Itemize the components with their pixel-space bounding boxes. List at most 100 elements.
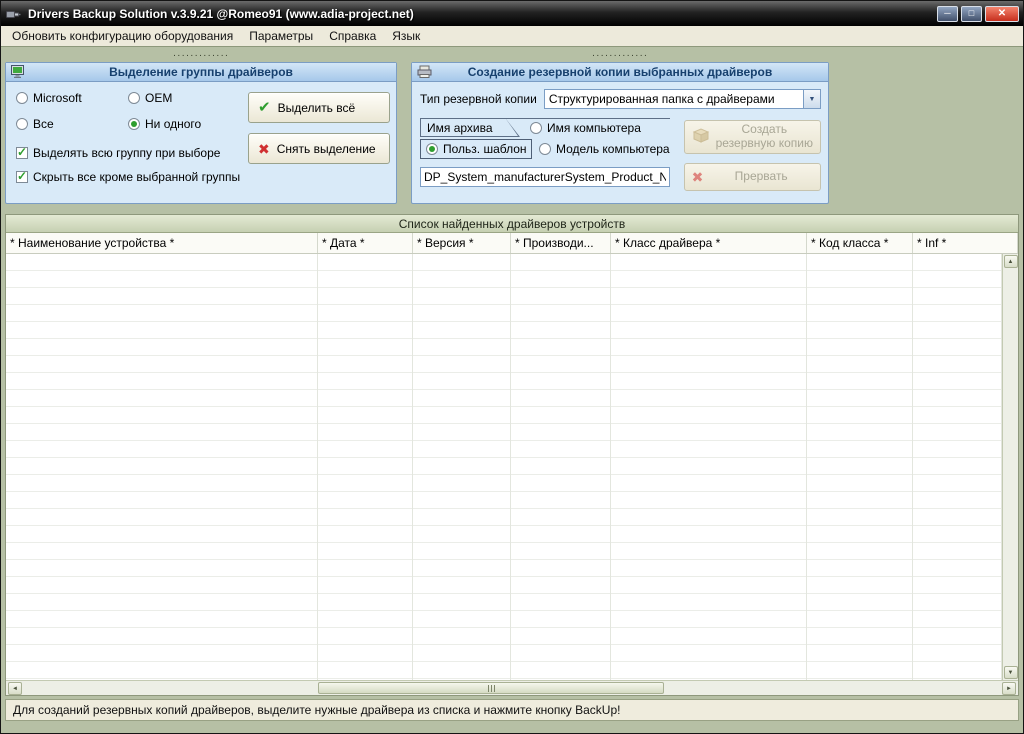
menu-item-parameters[interactable]: Параметры — [241, 26, 321, 46]
grid-column — [611, 254, 807, 680]
device-icon — [417, 65, 433, 82]
radio-label: Ни одного — [145, 117, 202, 131]
dropdown-button[interactable]: ▼ — [803, 90, 820, 108]
selection-group-title: Выделение группы драйверов — [109, 65, 293, 79]
grid-column — [413, 254, 511, 680]
radio-circle — [128, 118, 140, 130]
checkbox-hide-others[interactable]: Скрыть все кроме выбранной группы — [16, 169, 248, 184]
selection-group-panel: ············· Выделение группы драйверов — [5, 50, 397, 204]
driver-list[interactable] — [6, 254, 1002, 680]
create-backup-button[interactable]: Создать резервную копию — [683, 120, 821, 154]
template-input[interactable] — [420, 167, 670, 187]
selection-group-header: Выделение группы драйверов — [6, 63, 396, 82]
radio-none[interactable]: Ни одного — [128, 117, 248, 131]
grid-column — [807, 254, 913, 680]
checkbox-label: Скрыть все кроме выбранной группы — [33, 170, 241, 184]
select-all-button[interactable]: ✔ Выделить всё — [248, 92, 390, 123]
radio-circle — [539, 143, 551, 155]
radio-label: Все — [33, 117, 54, 131]
status-text: Для созданий резервных копий драйверов, … — [13, 703, 621, 717]
radio-label: OEM — [145, 91, 173, 105]
radio-circle — [128, 92, 140, 104]
grid-column — [6, 254, 318, 680]
backup-type-combobox[interactable]: Структурированная папка с драйверами ▼ — [543, 89, 821, 109]
select-all-label: Выделить всё — [277, 100, 356, 115]
main-content: ············· Выделение группы драйверов — [1, 47, 1023, 696]
thumb-grip — [490, 684, 492, 692]
cross-icon: ✖ — [691, 169, 704, 185]
column-header-device-name[interactable]: * Наименование устройства * — [6, 233, 318, 253]
abort-label: Прервать — [734, 169, 788, 184]
scroll-right-button[interactable]: ► — [1002, 682, 1016, 695]
radio-circle — [530, 122, 542, 134]
grid-column — [913, 254, 1002, 680]
menu-item-refresh-config[interactable]: Обновить конфигурацию оборудования — [4, 26, 241, 46]
close-button[interactable]: ✕ — [985, 5, 1019, 22]
maximize-button[interactable]: □ — [961, 5, 982, 22]
grid-column — [318, 254, 413, 680]
radio-computer-model[interactable]: Модель компьютера — [539, 142, 670, 156]
drivers-table: Список найденных драйверов устройств * Н… — [5, 214, 1019, 696]
radio-label: Польз. шаблон — [443, 142, 527, 156]
drag-dots-handle: ············· — [591, 50, 649, 61]
column-header-class-code[interactable]: * Код класса * — [807, 233, 913, 253]
app-icon — [5, 6, 22, 22]
archive-tab-label: Имя архива — [421, 119, 519, 136]
chevron-down-icon: ▼ — [808, 95, 816, 103]
create-backup-label: Создать резервную копию — [715, 122, 813, 150]
column-header-manufacturer[interactable]: * Производи... — [511, 233, 611, 253]
radio-label: Модель компьютера — [556, 142, 670, 156]
backup-group-panel: ············· Создание резервной копии в… — [411, 50, 829, 204]
column-header-driver-class[interactable]: * Класс драйвера * — [611, 233, 807, 253]
radio-computer-name[interactable]: Имя компьютера — [530, 121, 641, 135]
check-icon: ✔ — [258, 99, 271, 116]
horizontal-scrollbar[interactable]: ◄ ► — [6, 680, 1018, 695]
monitor-icon — [11, 65, 26, 82]
radio-circle — [426, 143, 438, 155]
cross-icon: ✖ — [258, 140, 270, 157]
scroll-down-button[interactable]: ▼ — [1003, 666, 1018, 679]
vertical-scrollbar[interactable]: ▲ ▼ — [1002, 254, 1018, 680]
checkbox-box — [16, 169, 28, 183]
column-header-version[interactable]: * Версия * — [413, 233, 511, 253]
radio-user-template[interactable]: Польз. шаблон — [420, 139, 532, 159]
menu-item-language[interactable]: Язык — [384, 26, 428, 46]
scrollbar-thumb[interactable] — [318, 682, 664, 694]
backup-type-label: Тип резервной копии — [420, 92, 537, 106]
package-icon — [692, 128, 710, 146]
statusbar-wrap: Для созданий резервных копий драйверов, … — [1, 696, 1023, 721]
title-bar: Drivers Backup Solution v.3.9.21 @Romeo9… — [1, 1, 1023, 26]
menu-item-help[interactable]: Справка — [321, 26, 384, 46]
table-body: ▲ ▼ — [6, 254, 1018, 680]
column-header-date[interactable]: * Дата * — [318, 233, 413, 253]
radio-label: Microsoft — [33, 91, 82, 105]
table-title: Список найденных драйверов устройств — [6, 215, 1018, 233]
checkbox-label: Выделять всю группу при выборе — [33, 146, 221, 160]
backup-type-value: Структурированная папка с драйверами — [548, 92, 775, 106]
checkbox-select-whole-group[interactable]: Выделять всю группу при выборе — [16, 145, 248, 160]
table-title-text: Список найденных драйверов устройств — [398, 216, 626, 231]
radio-circle — [16, 118, 28, 130]
drag-dots-handle: ············· — [172, 50, 230, 61]
radio-all[interactable]: Все — [16, 117, 128, 131]
clear-selection-button[interactable]: ✖ Снять выделение — [248, 133, 390, 164]
table-header-row: * Наименование устройства * * Дата * * В… — [6, 233, 1018, 254]
archive-name-tab[interactable]: Имя архива — [420, 119, 520, 137]
status-bar: Для созданий резервных копий драйверов, … — [5, 699, 1019, 721]
window-bottom-frame — [1, 721, 1023, 733]
scroll-left-button[interactable]: ◄ — [8, 682, 22, 695]
menu-bar: Обновить конфигурацию оборудования Парам… — [1, 26, 1023, 47]
checkbox-box — [16, 145, 28, 159]
clear-selection-label: Снять выделение — [276, 141, 376, 156]
column-header-inf[interactable]: * Inf * — [913, 233, 1018, 253]
scroll-up-button[interactable]: ▲ — [1003, 255, 1018, 268]
grid-column — [511, 254, 611, 680]
radio-circle — [16, 92, 28, 104]
radio-oem[interactable]: OEM — [128, 91, 248, 105]
abort-button[interactable]: ✖ Прервать — [683, 163, 821, 191]
minimize-button[interactable]: ─ — [937, 5, 958, 22]
top-panels-row: ············· Выделение группы драйверов — [5, 50, 1019, 204]
backup-group-title: Создание резервной копии выбранных драйв… — [467, 65, 773, 79]
app-window: Drivers Backup Solution v.3.9.21 @Romeo9… — [0, 0, 1024, 734]
radio-microsoft[interactable]: Microsoft — [16, 91, 128, 105]
